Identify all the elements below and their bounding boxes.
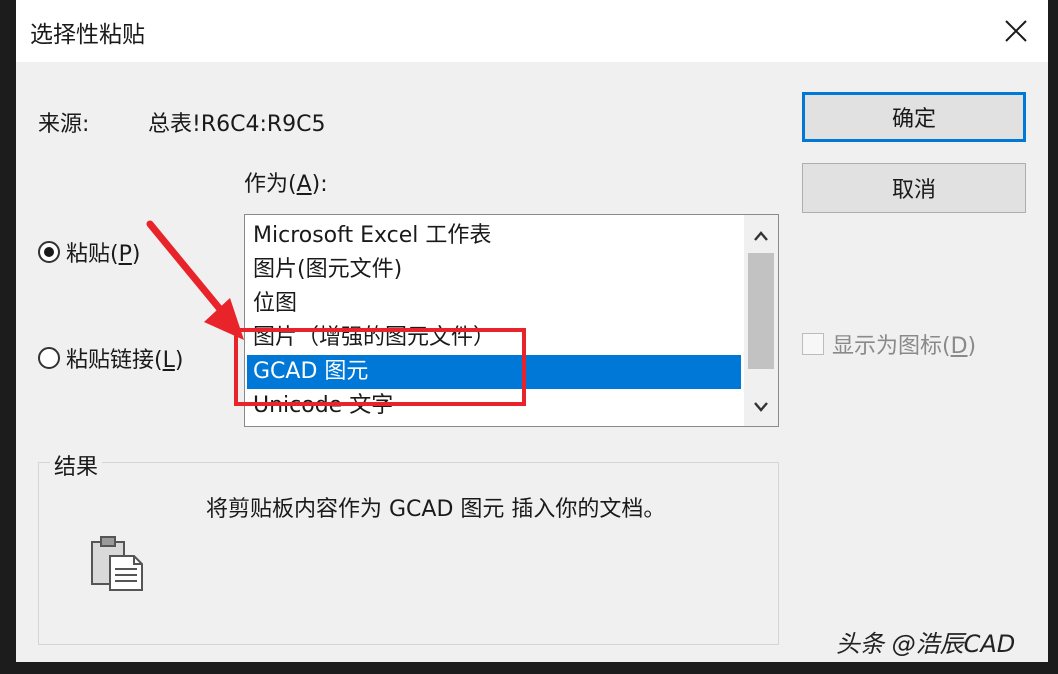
- paste-special-dialog: 选择性粘贴 来源: 总表!R6C4:R9C5 作为(A): 粘贴(P) 粘贴链接…: [16, 0, 1048, 662]
- watermark: 头条 @浩辰CAD: [836, 630, 1016, 658]
- annotation-overlay: [146, 220, 526, 406]
- annotation-arrow-head: [204, 298, 244, 340]
- highlight-box: [234, 328, 526, 406]
- annotation-arrow-shaft: [146, 220, 228, 318]
